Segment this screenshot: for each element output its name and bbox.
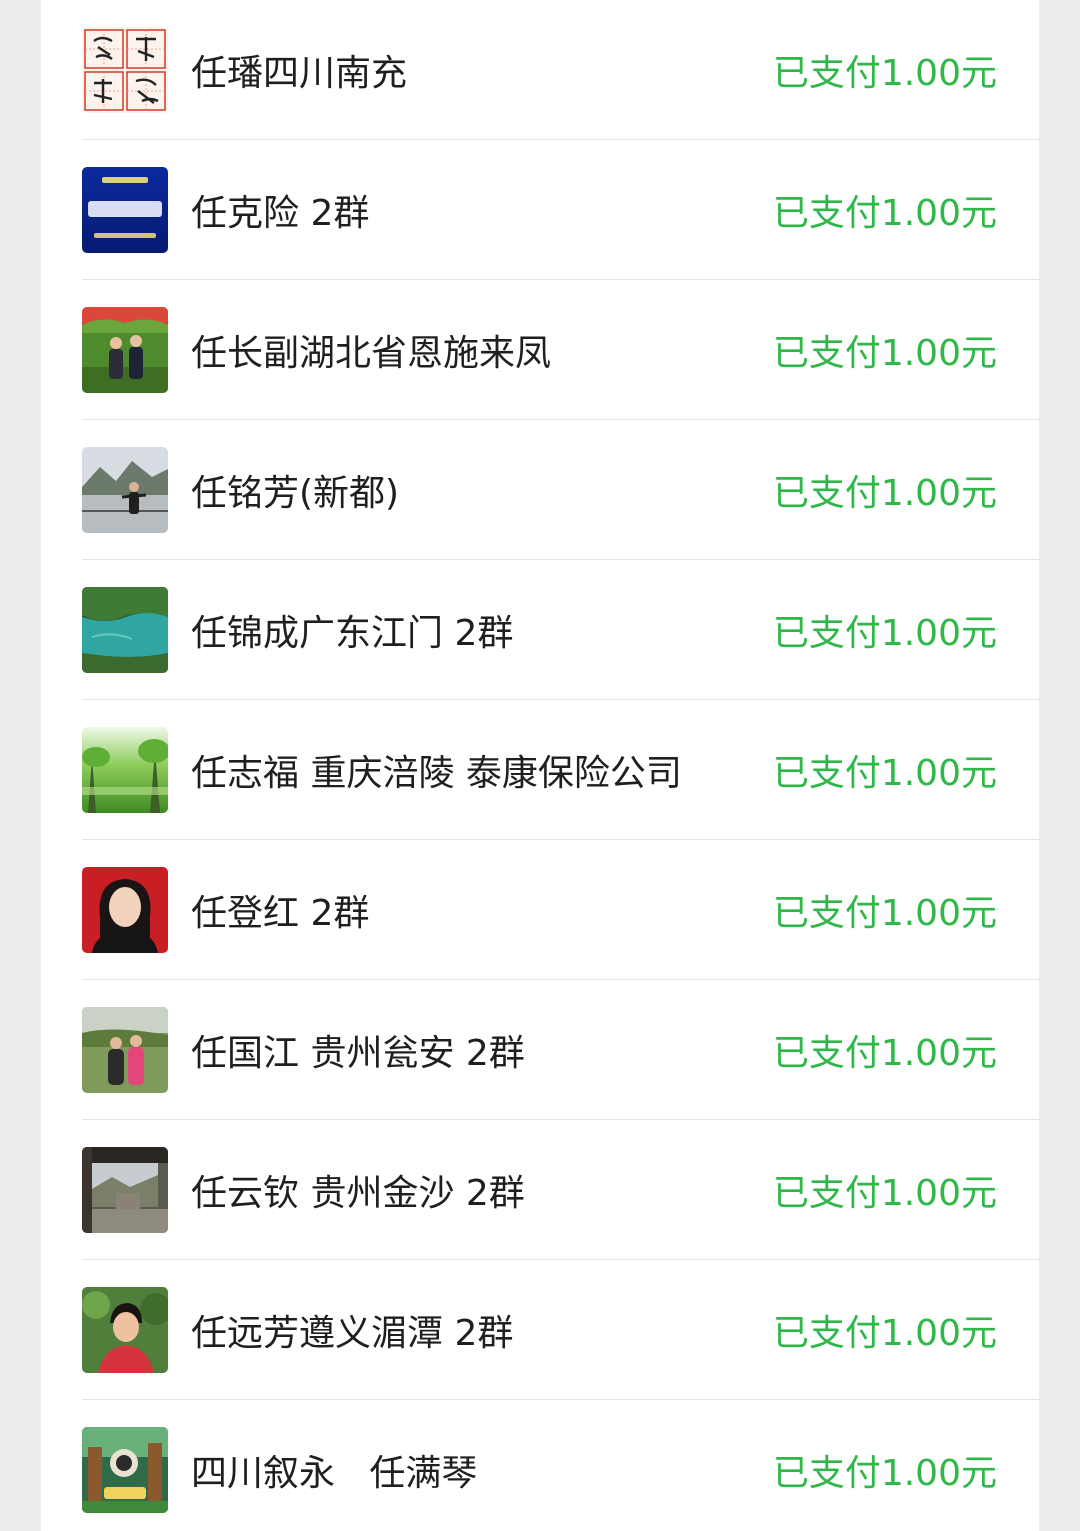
riverside-photo-avatar-icon[interactable] bbox=[82, 447, 168, 533]
payer-name: 任远芳遵义湄潭 2群 bbox=[191, 1313, 514, 1354]
payer-name: 任云钦 贵州金沙 2群 bbox=[191, 1173, 525, 1214]
payment-status: 已支付1.00元 bbox=[772, 893, 997, 934]
payer-name: 任克险 2群 bbox=[191, 193, 370, 234]
payer-name: 任国江 贵州瓮安 2群 bbox=[191, 1033, 525, 1074]
payer-name: 四川叙永 任满琴 bbox=[191, 1453, 478, 1494]
gate-photo-avatar-icon[interactable] bbox=[82, 1147, 168, 1233]
payer-name: 任长副湖北省恩施来凤 bbox=[191, 333, 552, 374]
payment-row[interactable]: 任璠四川南充 已支付1.00元 bbox=[41, 0, 1039, 140]
payer-name: 任登红 2群 bbox=[191, 893, 370, 934]
payer-name: 任锦成广东江门 2群 bbox=[191, 613, 514, 654]
payment-status: 已支付1.00元 bbox=[772, 1173, 997, 1214]
payment-row[interactable]: 任志福 重庆涪陵 泰康保险公司 已支付1.00元 bbox=[41, 700, 1039, 840]
payment-status: 已支付1.00元 bbox=[772, 1033, 997, 1074]
payment-row[interactable]: 任云钦 贵州金沙 2群 已支付1.00元 bbox=[41, 1120, 1039, 1260]
payment-status: 已支付1.00元 bbox=[772, 1313, 997, 1354]
portrait-photo-avatar-icon[interactable] bbox=[82, 867, 168, 953]
payment-row[interactable]: 任克险 2群 已支付1.00元 bbox=[41, 140, 1039, 280]
payment-row[interactable]: 任长副湖北省恩施来凤 已支付1.00元 bbox=[41, 280, 1039, 420]
cartoon-scene-avatar-icon[interactable] bbox=[82, 1427, 168, 1513]
payment-row[interactable]: 任锦成广东江门 2群 已支付1.00元 bbox=[41, 560, 1039, 700]
payment-row[interactable]: 四川叙永 任满琴 已支付1.00元 bbox=[41, 1400, 1039, 1531]
payment-status: 已支付1.00元 bbox=[772, 753, 997, 794]
payment-row[interactable]: 任远芳遵义湄潭 2群 已支付1.00元 bbox=[41, 1260, 1039, 1400]
payment-row[interactable]: 任国江 贵州瓮安 2群 已支付1.00元 bbox=[41, 980, 1039, 1120]
payment-row[interactable]: 任登红 2群 已支付1.00元 bbox=[41, 840, 1039, 980]
payer-name: 任志福 重庆涪陵 泰康保险公司 bbox=[191, 753, 682, 794]
payment-status: 已支付1.00元 bbox=[772, 1453, 997, 1494]
payer-name: 任璠四川南充 bbox=[191, 53, 408, 94]
payment-status: 已支付1.00元 bbox=[772, 473, 997, 514]
amitabha-text-avatar-icon[interactable] bbox=[82, 167, 168, 253]
payment-status: 已支付1.00元 bbox=[772, 613, 997, 654]
two-people-photo-avatar-icon[interactable] bbox=[82, 1007, 168, 1093]
payment-status: 已支付1.00元 bbox=[772, 333, 997, 374]
lake-photo-avatar-icon[interactable] bbox=[82, 587, 168, 673]
payer-name: 任铭芳(新都) bbox=[191, 473, 400, 514]
selfie-photo-avatar-icon[interactable] bbox=[82, 1287, 168, 1373]
calligraphy-avatar-icon[interactable] bbox=[82, 27, 168, 113]
payment-status: 已支付1.00元 bbox=[772, 53, 997, 94]
payment-row[interactable]: 任铭芳(新都) 已支付1.00元 bbox=[41, 420, 1039, 560]
payment-list: 任璠四川南充 已支付1.00元 任克险 2群 已支付1.00元 任长副湖北省恩施… bbox=[41, 0, 1039, 1531]
green-forest-avatar-icon[interactable] bbox=[82, 727, 168, 813]
payment-status: 已支付1.00元 bbox=[772, 193, 997, 234]
couple-photo-avatar-icon[interactable] bbox=[82, 307, 168, 393]
